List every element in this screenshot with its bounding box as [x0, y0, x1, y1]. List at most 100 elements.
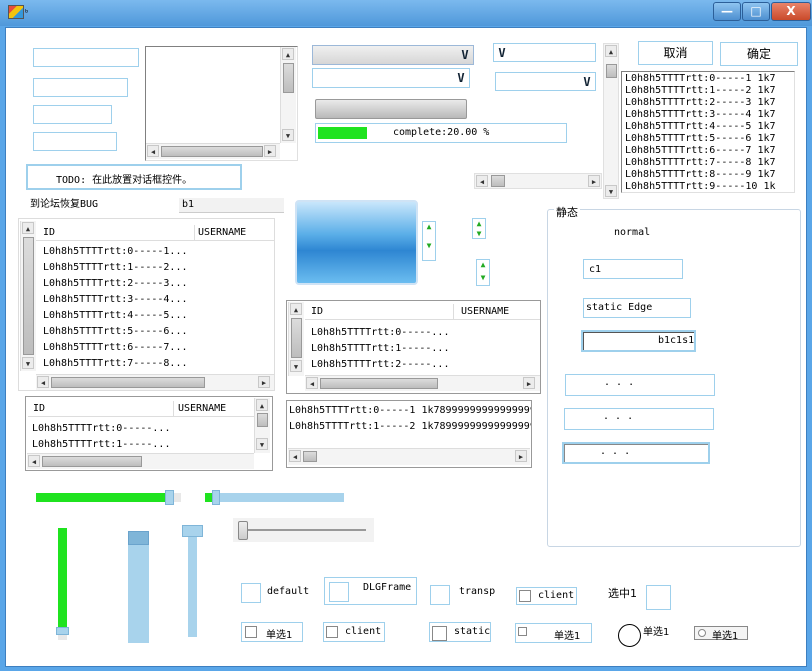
combo-3[interactable]: V — [493, 43, 596, 62]
vertical-scrollbar[interactable]: ▲ ▼ — [288, 302, 304, 376]
scroll-up-icon[interactable]: ▲ — [605, 45, 617, 57]
listview-1[interactable]: ▲ ▼ ID USERNAME L0h8h5TTTTrtt:0-----1...… — [18, 218, 275, 391]
scroll-right-icon[interactable]: ▶ — [264, 145, 276, 157]
list-item[interactable]: L0h8h5TTTTrtt:6-----7... — [43, 340, 188, 356]
list-item[interactable]: L0h8h5TTTTrtt:3-----4... — [43, 292, 188, 308]
list-item[interactable]: L0h8h5TTTTrtt:1-----2 1k7899999999999999… — [289, 419, 531, 435]
title-bar[interactable]: ᵇ — □ X — [0, 0, 812, 26]
edit-box-3[interactable] — [33, 105, 112, 124]
list-item[interactable]: L0h8h5TTTTrtt:8-----9 1k7 — [625, 169, 776, 181]
scroll-up-icon[interactable]: ▲ — [256, 399, 268, 411]
combo-2[interactable]: V — [312, 68, 470, 88]
slider-plain-h[interactable] — [233, 518, 374, 542]
scroll-thumb[interactable] — [606, 64, 617, 78]
scroll-thumb-h[interactable] — [320, 378, 438, 389]
standalone-hscroll[interactable]: ◀ ▶ — [474, 173, 602, 189]
listview-4[interactable]: L0h8h5TTTTrtt:0-----1 1k7899999999999999… — [286, 400, 532, 468]
radio-2[interactable]: 单选1 — [515, 623, 592, 643]
standalone-vscroll[interactable]: ▲ ▼ — [603, 43, 619, 199]
list-item[interactable]: L0h8h5TTTTrtt:1-----... — [311, 341, 449, 357]
slider-thumb[interactable] — [56, 627, 69, 635]
right-listbox[interactable]: L0h8h5TTTTrtt:0-----1 1k7 L0h8h5TTTTrtt:1… — [621, 71, 795, 193]
scroll-thumb[interactable] — [291, 318, 302, 358]
scroll-up-icon[interactable]: ▲ — [282, 48, 294, 60]
scroll-down-icon[interactable]: ▼ — [22, 357, 34, 369]
scroll-down-icon[interactable]: ▼ — [282, 129, 294, 141]
scroll-right-icon[interactable]: ▶ — [515, 450, 527, 462]
spin-control-3[interactable]: ▲ ▼ — [476, 259, 490, 286]
scroll-up-icon[interactable]: ▲ — [22, 222, 34, 234]
scroll-left-icon[interactable]: ◀ — [289, 450, 301, 462]
spin-up-icon[interactable]: ▲ — [477, 260, 489, 273]
b1-edit[interactable]: b1 — [179, 198, 284, 213]
list-item[interactable]: L0h8h5TTTTrtt:9-----10 1k — [625, 181, 776, 192]
scroll-left-icon[interactable]: ◀ — [37, 376, 49, 388]
combo-arrow-icon[interactable]: V — [457, 47, 473, 63]
scroll-thumb-h[interactable] — [51, 377, 205, 388]
scroll-down-icon[interactable]: ▼ — [256, 438, 268, 450]
list-item[interactable]: L0h8h5TTTTrtt:7-----8... — [43, 356, 188, 372]
scroll-thumb[interactable] — [283, 63, 294, 93]
maximize-button[interactable]: □ — [742, 2, 770, 21]
spin-up-icon[interactable]: ▲ — [423, 222, 435, 241]
vertical-scrollbar[interactable]: ▲ ▼ — [254, 398, 270, 453]
column-username[interactable]: USERNAME — [178, 403, 226, 414]
scroll-up-icon[interactable]: ▲ — [290, 303, 302, 315]
list-item[interactable]: L0h8h5TTTTrtt:0-----... — [311, 325, 449, 341]
spin-down-icon[interactable]: ▼ — [423, 241, 435, 260]
scroll-thumb[interactable] — [23, 237, 34, 355]
radio-circle[interactable] — [618, 624, 641, 647]
horizontal-scrollbar[interactable]: ◀ ▶ — [36, 374, 274, 390]
scroll-left-icon[interactable]: ◀ — [476, 175, 488, 187]
checkbox-default[interactable] — [241, 583, 261, 603]
slider-blue-h[interactable] — [205, 490, 344, 505]
scroll-down-icon[interactable]: ▼ — [605, 185, 617, 197]
list-item[interactable]: L0h8h5TTTTrtt:5-----6... — [43, 324, 188, 340]
list-item[interactable]: L0h8h5TTTTrtt:1-----2 1k7 — [625, 85, 776, 97]
combo-arrow-icon[interactable]: V — [494, 45, 510, 61]
list-item[interactable]: L0h8h5TTTTrtt:0-----1 1k7 — [625, 73, 776, 85]
combo-arrow-icon[interactable]: V — [453, 70, 469, 86]
scroll-right-icon[interactable]: ▶ — [588, 175, 600, 187]
slider-green-h[interactable] — [36, 490, 181, 505]
scroll-left-icon[interactable]: ◀ — [28, 455, 40, 467]
close-button[interactable]: X — [771, 2, 811, 21]
spin-control-2[interactable]: ▲ ▼ — [472, 218, 486, 239]
vertical-scrollbar[interactable]: ▲ ▼ — [280, 47, 296, 143]
listview-2[interactable]: ▲ ▼ ID USERNAME L0h8h5TTTTrtt:0-----... L… — [286, 300, 541, 394]
column-username[interactable]: USERNAME — [461, 306, 509, 317]
horizontal-scrollbar[interactable]: ◀ — [27, 453, 254, 469]
slider-thumb[interactable] — [128, 531, 149, 545]
list-item[interactable]: L0h8h5TTTTrtt:0-----1... — [43, 244, 188, 260]
minimize-button[interactable]: — — [713, 2, 741, 21]
slider-thumb[interactable] — [238, 521, 248, 540]
edit-box-1[interactable] — [33, 48, 139, 67]
column-id[interactable]: ID — [43, 227, 55, 238]
slider-thumb[interactable] — [212, 490, 220, 505]
list-item[interactable]: L0h8h5TTTTrtt:2-----3 1k7 — [625, 97, 776, 109]
edit-box-2[interactable] — [33, 78, 128, 97]
slider-blue-v-wide[interactable] — [128, 531, 149, 643]
scroll-thumb-h[interactable] — [42, 456, 142, 467]
list-item[interactable]: L0h8h5TTTTrtt:7-----8 1k7 — [625, 157, 776, 169]
scroll-left-icon[interactable]: ◀ — [306, 377, 318, 389]
checkbox-selected1[interactable] — [646, 585, 671, 610]
list-item[interactable]: L0h8h5TTTTrtt:5-----6 1k7 — [625, 133, 776, 145]
edit-box-4[interactable] — [33, 132, 117, 151]
list-item[interactable]: L0h8h5TTTTrtt:1-----... — [32, 437, 170, 453]
cancel-button[interactable]: 取消 — [638, 41, 713, 65]
list-item[interactable]: L0h8h5TTTTrtt:3-----4 1k7 — [625, 109, 776, 121]
list-item[interactable]: L0h8h5TTTTrtt:0-----1 1k7899999999999999… — [289, 403, 531, 419]
ok-button[interactable]: 确定 — [720, 42, 798, 66]
slider-blue-v[interactable] — [182, 525, 203, 637]
combo-4[interactable]: V — [495, 72, 596, 91]
list-item[interactable]: L0h8h5TTTTrtt:2-----... — [311, 357, 449, 373]
checkbox-client-2[interactable]: client — [323, 622, 385, 642]
radio-push-button[interactable]: 单选1 — [694, 626, 748, 642]
scroll-right-icon[interactable]: ▶ — [258, 376, 270, 388]
radio-1[interactable]: 单选1 — [241, 622, 303, 642]
list-item[interactable]: L0h8h5TTTTrtt:4-----5... — [43, 308, 188, 324]
spin-down-icon[interactable]: ▼ — [473, 229, 485, 239]
checkbox-transp[interactable] — [430, 585, 450, 605]
combo-arrow-icon[interactable]: V — [579, 74, 595, 90]
